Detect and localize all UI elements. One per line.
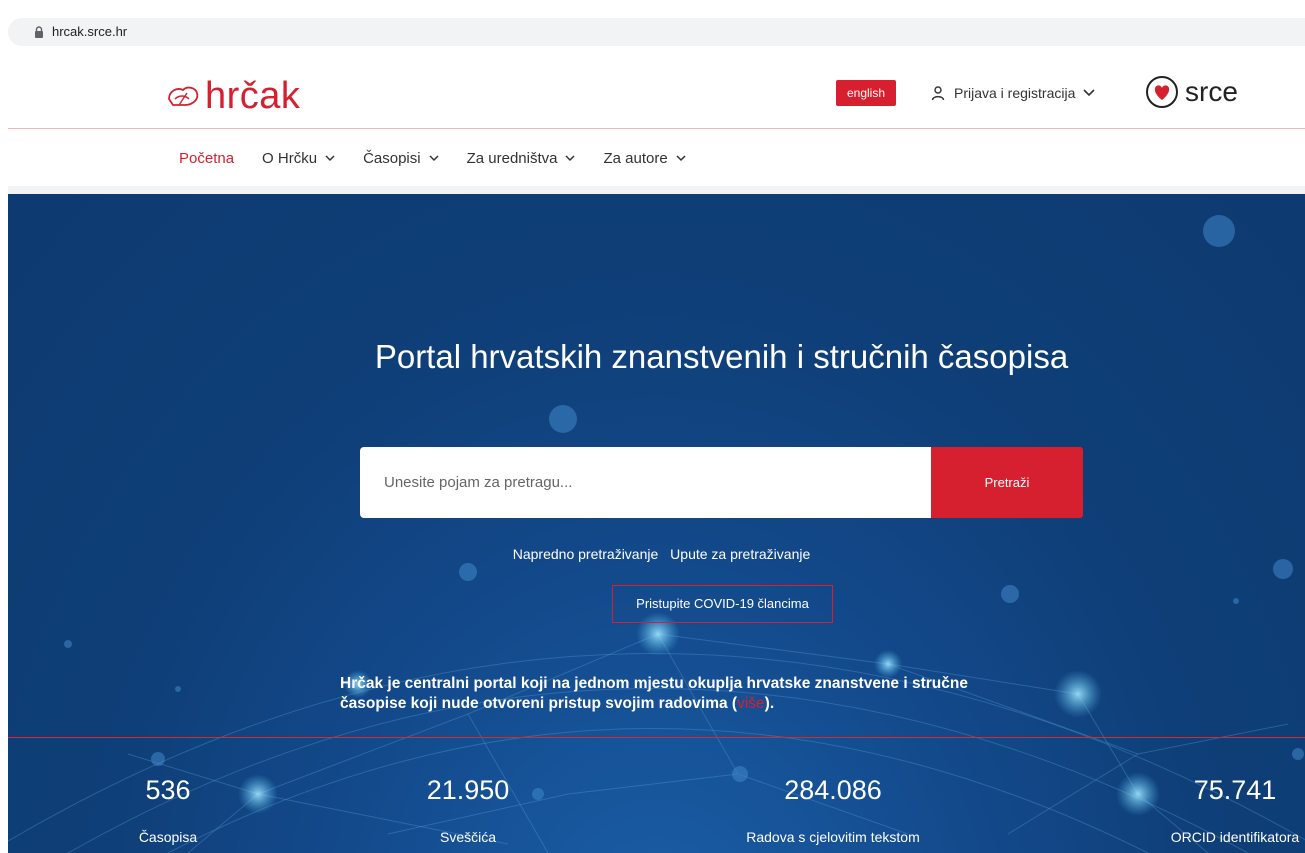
nav-item-label: Za autore bbox=[603, 150, 668, 167]
description-line-2: časopise koji nude otvoreni pristup svoj… bbox=[340, 694, 1060, 714]
covid-articles-button[interactable]: Pristupite COVID-19 člancima bbox=[612, 585, 833, 623]
stat-value: 536 bbox=[145, 775, 191, 805]
stat-label: Sveščića bbox=[439, 829, 497, 845]
site-logo[interactable]: hrčak bbox=[165, 76, 300, 116]
address-bar[interactable]: hrcak.srce.hr bbox=[8, 18, 1305, 46]
nav-item-casopisi[interactable]: Časopisi bbox=[363, 150, 439, 167]
stat-value: 75.741 bbox=[1193, 775, 1277, 805]
portal-description: Hrčak je centralni portal koji na jednom… bbox=[340, 674, 1060, 714]
stat-label: ORCID identifikatora bbox=[1170, 829, 1300, 845]
nav-item-o-hrcku[interactable]: O Hrčku bbox=[262, 150, 335, 167]
description-end: ). bbox=[764, 695, 775, 712]
chevron-down-icon bbox=[1083, 89, 1095, 97]
nav-item-za-autore[interactable]: Za autore bbox=[603, 150, 686, 167]
stat-value: 284.086 bbox=[784, 775, 882, 805]
main-nav: Početna O Hrčku Časopisi Za uredništva Z… bbox=[0, 130, 1305, 186]
more-link[interactable]: više bbox=[737, 695, 765, 712]
stat-fulltext-articles: 284.086 Radova s cjelovitim tekstom bbox=[723, 775, 943, 845]
srce-heart-icon bbox=[1146, 76, 1178, 108]
stat-journals: 536 Časopisa bbox=[108, 775, 228, 845]
hero-section: Portal hrvatskih znanstvenih i stručnih … bbox=[8, 194, 1305, 853]
nav-item-label: O Hrčku bbox=[262, 150, 318, 167]
stat-value: 21.950 bbox=[426, 775, 510, 805]
stat-label: Radova s cjelovitim tekstom bbox=[746, 829, 920, 845]
chevron-down-icon bbox=[676, 155, 686, 162]
header-divider bbox=[8, 128, 1305, 129]
search-help-link[interactable]: Upute za pretraživanje bbox=[670, 546, 810, 562]
chevron-down-icon bbox=[565, 155, 576, 162]
stat-issues: 21.950 Sveščića bbox=[398, 775, 538, 845]
nav-separator bbox=[8, 186, 1305, 194]
english-language-button[interactable]: english bbox=[836, 80, 896, 106]
network-background-graphic bbox=[8, 215, 1305, 853]
search-links: Napredno pretraživanje Upute za pretraži… bbox=[8, 546, 1305, 562]
address-url: hrcak.srce.hr bbox=[52, 24, 128, 39]
login-label: Prijava i registracija bbox=[954, 85, 1076, 101]
stats-divider bbox=[8, 737, 1305, 738]
lock-icon bbox=[35, 26, 43, 38]
chevron-down-icon bbox=[429, 155, 439, 162]
chevron-down-icon bbox=[325, 155, 335, 162]
hero-title: Portal hrvatskih znanstvenih i stručnih … bbox=[374, 338, 1069, 375]
browser-bar: hrcak.srce.hr bbox=[0, 0, 1305, 52]
nav-item-pocetna[interactable]: Početna bbox=[179, 150, 234, 167]
page: hrcak.srce.hr hrčak english Prijava i re… bbox=[0, 0, 1305, 853]
stat-label: Časopisa bbox=[138, 829, 198, 845]
srce-logo[interactable]: srce bbox=[1145, 74, 1238, 110]
nav-item-za-urednistva[interactable]: Za uredništva bbox=[467, 150, 576, 167]
nav-item-label: Za uredništva bbox=[466, 150, 558, 167]
hamster-logo-icon bbox=[168, 86, 199, 106]
nav-item-label: Početna bbox=[179, 150, 235, 167]
logo-text: hrčak bbox=[205, 75, 301, 117]
login-register-menu[interactable]: Prijava i registracija bbox=[930, 81, 1095, 105]
search-button[interactable]: Pretraži bbox=[931, 447, 1083, 518]
nav-item-label: Časopisi bbox=[363, 150, 421, 167]
stat-orcid: 75.741 ORCID identifikatora bbox=[1155, 775, 1305, 845]
srce-logo-text: srce bbox=[1185, 76, 1238, 107]
description-line-1: Hrčak je centralni portal koji na jednom… bbox=[340, 675, 968, 692]
user-icon bbox=[931, 86, 945, 101]
search-input[interactable] bbox=[360, 447, 931, 518]
description-text: časopise koji nude otvoreni pristup svoj… bbox=[340, 695, 738, 712]
advanced-search-link[interactable]: Napredno pretraživanje bbox=[513, 546, 659, 562]
